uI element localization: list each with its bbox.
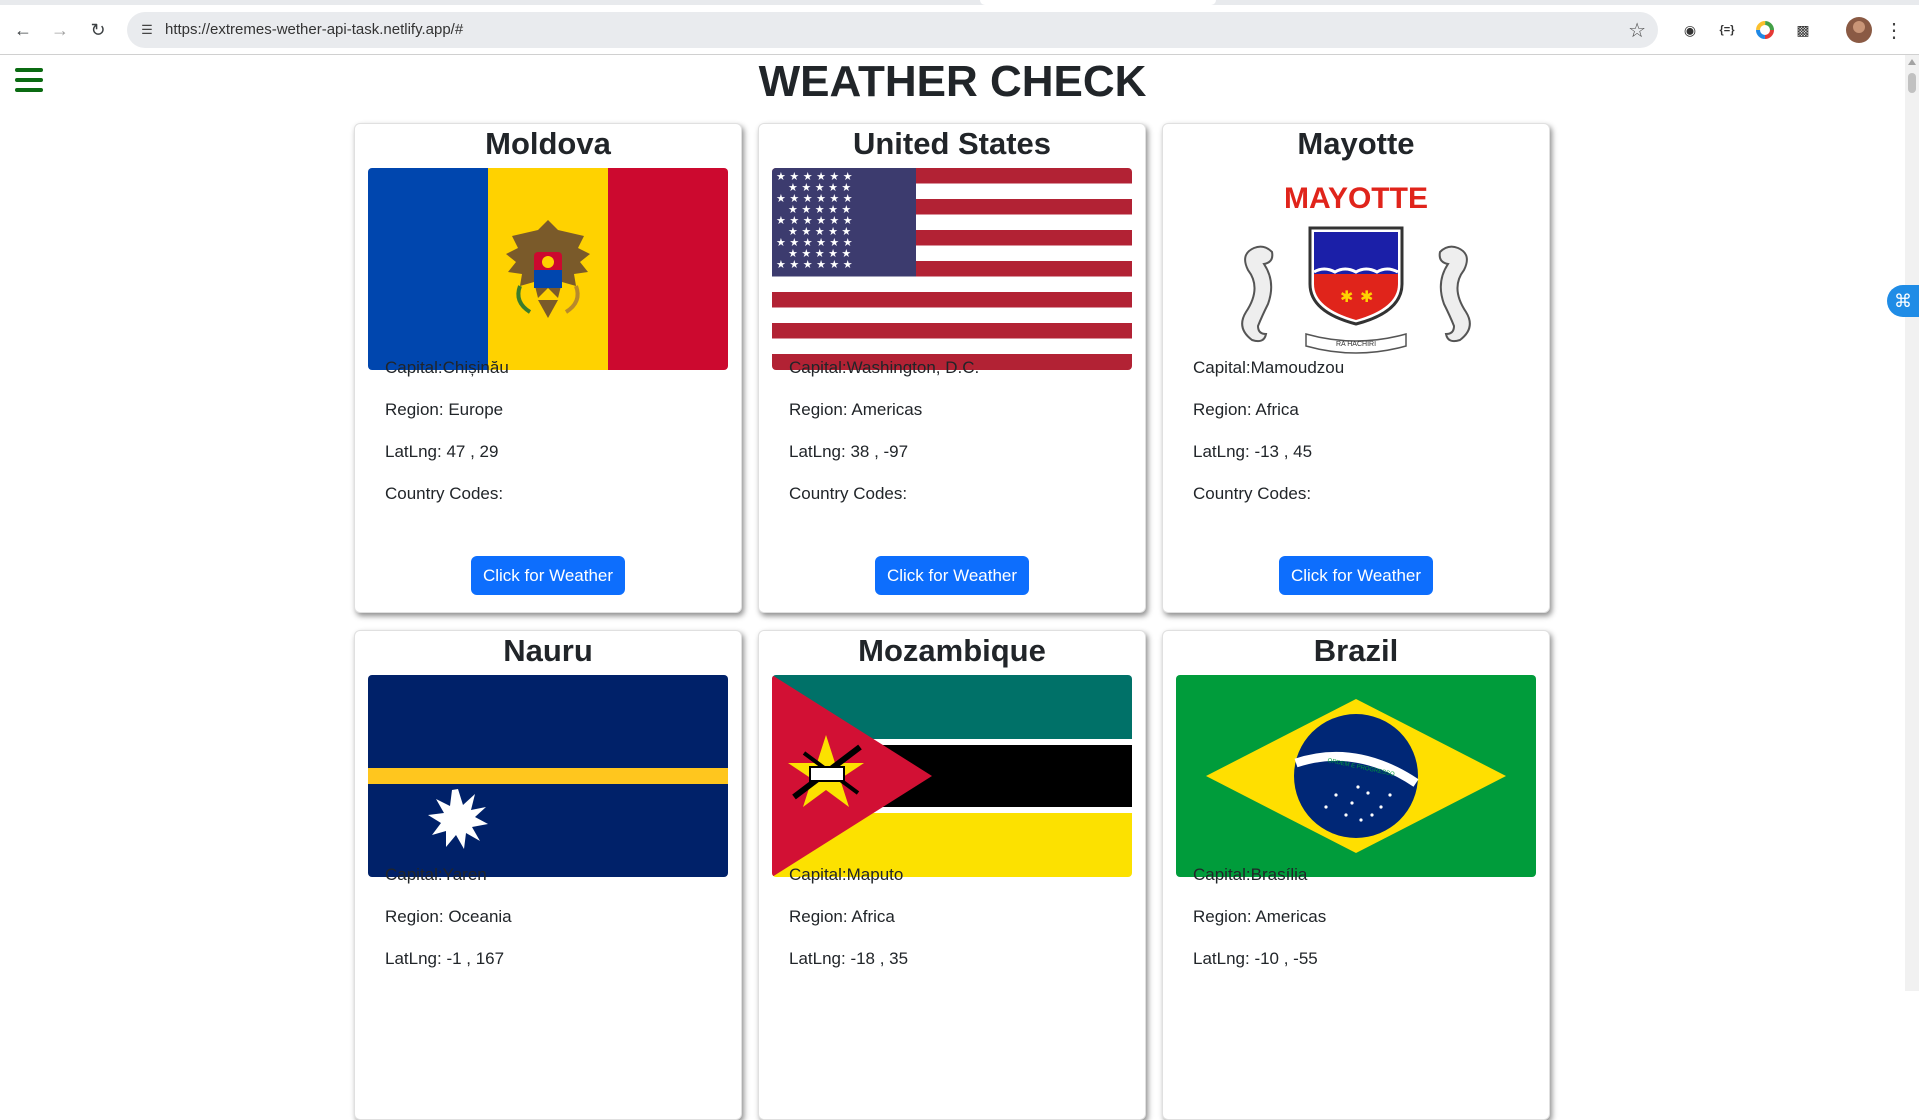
capital-text: Capital:Washington, D.C. [789,358,980,377]
country-card: United States ★ ★ ★ ★ ★ ★ ★ ★ ★ ★ ★ ★ ★ … [758,123,1146,613]
country-codes-text: Country Codes: [385,484,504,503]
flag-motto: RA HACHIRI [1336,341,1376,348]
floating-widget-icon[interactable]: ⌘ [1887,285,1919,317]
browser-toolbar: ← → ↻ ☰ https://extremes-wether-api-task… [0,0,1919,55]
capital-text: Capital:Chișinău [385,358,509,377]
bookmark-star-icon[interactable]: ☆ [1628,18,1646,43]
extensions-puzzle-icon[interactable]: ▩ [1792,19,1814,41]
url-text[interactable]: https://extremes-wether-api-task.netlify… [165,21,463,38]
weather-button[interactable]: Click for Weather [471,556,625,595]
country-card: Nauru Capital:Yaren Region: Oceania LatL… [354,630,742,1120]
back-icon[interactable]: ← [11,18,35,42]
country-card: Brazil ORDEM E PROGRESSO Capital:Brasíli… [1162,630,1550,1120]
latlng-text: LatLng: -10 , -55 [1193,949,1318,968]
flag-image: MAYOTTE ✱ ✱ RA HACHIRI [1176,168,1536,370]
capital-text: Capital:Brasília [1193,865,1308,884]
site-info-icon[interactable]: ☰ [137,20,157,40]
weather-button[interactable]: Click for Weather [875,556,1029,595]
active-tab[interactable] [980,0,1216,5]
country-name: United States [852,126,1052,161]
country-name: Brazil [1313,633,1399,668]
flag-image: ORDEM E PROGRESSO [1176,675,1536,877]
svg-text:✱: ✱ [1340,287,1353,306]
region-text: Region: Americas [789,400,923,419]
flag-image [772,675,1132,877]
latlng-text: LatLng: 38 , -97 [789,442,909,461]
page-title: WEATHER CHECK [758,57,1147,106]
menu-kebab-icon[interactable]: ⋮ [1884,18,1904,42]
scrollbar-thumb[interactable] [1908,73,1916,93]
region-text: Region: Americas [1193,907,1327,926]
latlng-text: LatLng: -18 , 35 [789,949,909,968]
capital-text: Capital:Maputo [789,865,904,884]
json-extension-icon[interactable]: {=} [1716,19,1738,41]
region-text: Region: Africa [789,907,895,926]
latlng-text: LatLng: -1 , 167 [385,949,505,968]
forward-icon[interactable]: → [48,18,72,42]
country-codes-text: Country Codes: [1193,484,1312,503]
coat-of-arms-icon [506,220,590,318]
capital-text: Capital:Mamoudzou [1193,358,1345,377]
country-name: Mozambique [858,633,1046,668]
region-text: Region: Europe [385,400,504,419]
country-name: Moldova [485,126,611,161]
flag-image [368,675,728,877]
tab-strip [0,0,1919,5]
page-scrollbar[interactable] [1905,55,1919,991]
country-name: Mayotte [1297,126,1415,161]
country-card: Moldova Capital:Chișinău Region: Europe … [354,123,742,613]
flag-image: ★ ★ ★ ★ ★ ★ ★ ★ ★ ★ ★ ★ ★ ★ ★ ★ ★ ★ ★ ★ … [772,168,1132,370]
country-name: Nauru [503,633,593,668]
region-text: Region: Oceania [385,907,512,926]
country-codes-text: Country Codes: [789,484,908,503]
svg-text:✱: ✱ [1360,287,1373,306]
address-bar[interactable]: ☰ https://extremes-wether-api-task.netli… [127,12,1658,48]
reload-icon[interactable]: ↻ [86,18,110,42]
color-extension-icon[interactable] [1754,19,1776,41]
profile-avatar[interactable] [1846,17,1872,43]
capital-text: Capital:Yaren [385,865,487,884]
latlng-text: LatLng: -13 , 45 [1193,442,1313,461]
weather-button[interactable]: Click for Weather [1279,556,1433,595]
record-icon[interactable]: ◉ [1679,19,1701,41]
flag-image [368,168,728,370]
country-card: Mozambique Capital:Maputo Region: Africa… [758,630,1146,1120]
country-card: Mayotte MAYOTTE ✱ ✱ RA HACHIRI Capital:M… [1162,123,1550,613]
svg-text:★ ★ ★ ★ ★ ★: ★ ★ ★ ★ ★ ★ [776,258,853,271]
latlng-text: LatLng: 47 , 29 [385,442,499,461]
region-text: Region: Africa [1193,400,1299,419]
flag-wordmark: MAYOTTE [1284,182,1428,215]
